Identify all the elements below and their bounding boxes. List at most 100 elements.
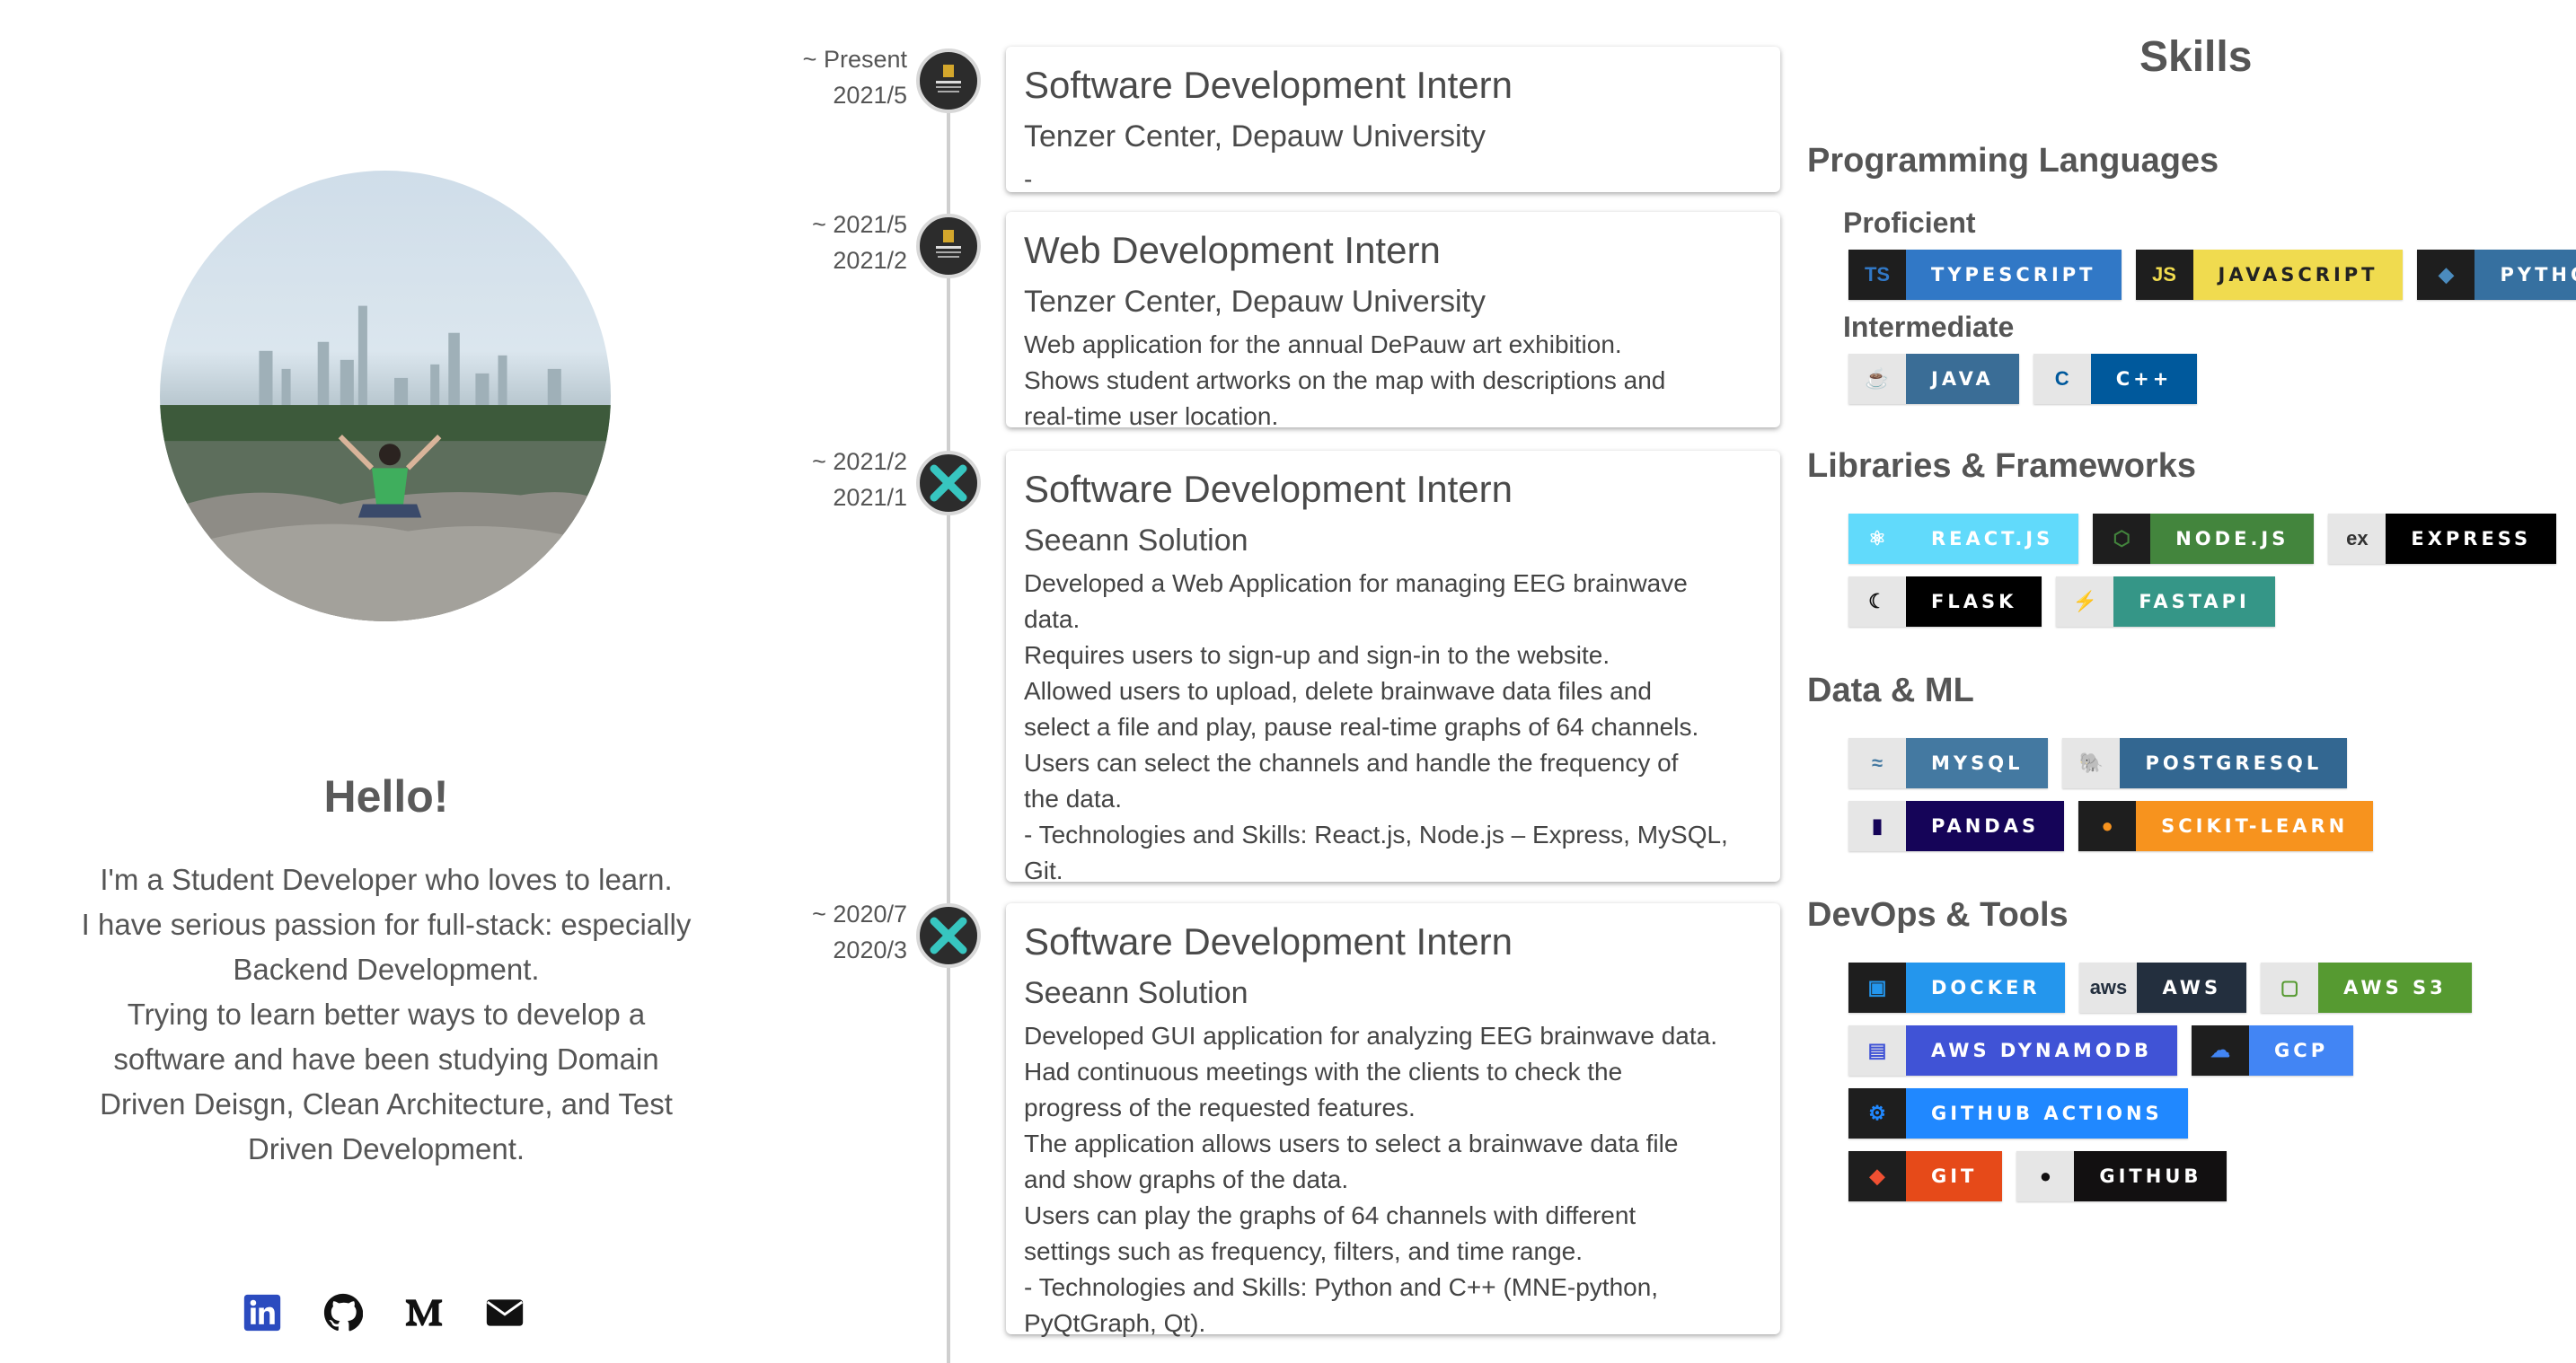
job-title: Software Development Intern <box>1024 468 1513 510</box>
skill-badge-label: TYPESCRIPT <box>1906 250 2122 300</box>
badge-row: TSTYPESCRIPT JSJAVASCRIPT ◆PYTHON <box>1848 250 2576 300</box>
python-icon: ◆ <box>2417 250 2475 300</box>
skill-badge-pandas: ▮ PANDAS <box>1848 801 2065 851</box>
bio-line: Trying to learn better ways to develop a <box>127 998 646 1031</box>
skill-badge-label: DOCKER <box>1906 963 2066 1013</box>
bio-line: Driven Development. <box>247 1132 525 1165</box>
skill-badge-label: EXPRESS <box>2386 514 2557 564</box>
bio-line: I'm a Student Developer who loves to lea… <box>100 863 673 896</box>
badge-row: ☕ JAVA C C++ <box>1848 354 2198 404</box>
flask-icon: ☾ <box>1848 576 1906 627</box>
date-end: ~ 2021/2 <box>812 448 907 475</box>
skill-badge-express: ex EXPRESS <box>2328 514 2557 564</box>
skill-badge-c-: C C++ <box>2033 354 2198 404</box>
skill-badge-postgresql: 🐘 POSTGRESQL <box>2062 738 2348 788</box>
avatar <box>160 171 611 621</box>
skill-badge-python: ◆PYTHON <box>2417 250 2576 300</box>
typescript-icon: TS <box>1848 250 1906 300</box>
category-languages: Programming Languages <box>1807 142 2219 180</box>
pandas-icon: ▮ <box>1848 801 1906 851</box>
aws-s3-icon: ▢ <box>2261 963 2319 1013</box>
subcategory-intermediate: Intermediate <box>1843 311 2015 343</box>
experience-card: Web Development Intern Tenzer Center, De… <box>1006 212 1780 430</box>
job-title: Web Development Intern <box>1024 229 1441 271</box>
github-icon: ● <box>2016 1151 2075 1201</box>
experience-card: Software Development Intern Seeann Solut… <box>1006 451 1780 884</box>
skill-badge-typescript: TS TYPESCRIPT <box>1848 250 2122 300</box>
experience-card: Software Development Intern Seeann Solut… <box>1006 903 1780 1337</box>
subcategory-proficient: Proficient <box>1843 207 1976 239</box>
github-icon[interactable] <box>323 1293 363 1332</box>
date-end: ~ Present <box>802 46 907 73</box>
job-title: Software Development Intern <box>1024 64 1513 106</box>
aws-icon: aws <box>2079 963 2138 1013</box>
skill-badge-label: AWS S3 <box>2318 963 2472 1013</box>
skill-badge-label: GIT <box>1906 1151 2003 1201</box>
skill-badge-label: JAVA <box>1906 354 2019 404</box>
medium-icon[interactable] <box>404 1293 444 1332</box>
desc-line: real-time user location. <box>1024 402 1279 430</box>
skill-badge-aws-s3: ▢ AWS S3 <box>2261 963 2472 1013</box>
desc-line: PyQtGraph, Qt). <box>1024 1309 1206 1337</box>
job-org: Seeann Solution <box>1024 523 1248 558</box>
cplusplus-icon: C <box>2033 354 2091 404</box>
express-icon: ex <box>2328 514 2386 564</box>
skill-badge-label: FASTAPI <box>2113 576 2275 627</box>
job-org: Tenzer Center, Depauw University <box>1024 285 1486 319</box>
linkedin-icon[interactable] <box>243 1293 282 1332</box>
badge-row: ☾ FLASK ⚡ FASTAPI <box>1848 576 2275 627</box>
depauw-logo <box>916 214 981 278</box>
react-icon: ⚛ <box>1848 514 1906 564</box>
badge-row: ≈ MYSQL 🐘 POSTGRESQL <box>1848 738 2348 788</box>
date-end: ~ 2020/7 <box>812 901 907 928</box>
desc-line: Users can select the channels and handle… <box>1024 749 1679 777</box>
desc-line: Developed a Web Application for managing… <box>1024 569 1688 597</box>
email-icon[interactable] <box>485 1293 525 1332</box>
experience-card: Software Development Intern Tenzer Cente… <box>1006 47 1780 193</box>
skill-badge-git: ◆ GIT <box>1848 1151 2003 1201</box>
skill-badge-aws-dynamodb: ▤ AWS DYNAMODB <box>1848 1025 2178 1076</box>
mysql-icon: ≈ <box>1848 738 1906 788</box>
badge-row: ⚛ REACT.JS ⬡ NODE.JS ex EXPRESS <box>1848 514 2557 564</box>
skill-badge-label: PYTHON <box>2475 250 2576 300</box>
job-description: Web application for the annual DePauw ar… <box>1024 327 1762 435</box>
greeting-heading: Hello! <box>323 771 449 822</box>
job-title: Software Development Intern <box>1024 920 1513 963</box>
skill-badge-react-js: ⚛ REACT.JS <box>1848 514 2079 564</box>
desc-line: Requires users to sign-up and sign-in to… <box>1024 641 1610 669</box>
desc-line: progress of the requested features. <box>1024 1094 1416 1121</box>
skill-badge-aws: aws AWS <box>2079 963 2247 1013</box>
seeann-logo <box>916 451 981 515</box>
git-icon: ◆ <box>1848 1151 1906 1201</box>
category-frameworks: Libraries & Frameworks <box>1807 447 2196 485</box>
skill-badge-java: ☕ JAVA <box>1848 354 2019 404</box>
category-devops: DevOps & Tools <box>1807 896 2069 934</box>
date-start: 2021/1 <box>833 484 907 511</box>
skill-badge-label: PANDAS <box>1906 801 2065 851</box>
skill-badge-node-js: ⬡ NODE.JS <box>2093 514 2315 564</box>
desc-line: Git. <box>1024 857 1063 884</box>
date-start: 2021/5 <box>833 82 907 109</box>
skill-badge-label: GITHUB <box>2074 1151 2228 1201</box>
skill-badge-label: POSTGRESQL <box>2120 738 2348 788</box>
skill-badge-label: NODE.JS <box>2150 514 2315 564</box>
skill-badge-label: SCIKIT-LEARN <box>2136 801 2374 851</box>
skill-badge-label: GCP <box>2249 1025 2354 1076</box>
desc-line: select a file and play, pause real-time … <box>1024 713 1699 741</box>
desc-line: - <box>1024 165 1033 193</box>
skill-badge-label: GITHUB ACTIONS <box>1906 1088 2188 1139</box>
desc-line: - Technologies and Skills: React.js, Nod… <box>1024 821 1728 849</box>
dynamodb-icon: ▤ <box>1848 1025 1906 1076</box>
skill-badge-label: MYSQL <box>1906 738 2049 788</box>
badge-row: ◆ GIT ● GITHUB <box>1848 1151 2228 1201</box>
gcp-icon: ☁ <box>2192 1025 2250 1076</box>
job-description: - <box>1024 162 1762 198</box>
desc-line: settings such as frequency, filters, and… <box>1024 1237 1584 1265</box>
bio-line: I have serious passion for full-stack: e… <box>81 908 692 941</box>
date-start: 2021/2 <box>833 247 907 274</box>
fastapi-icon: ⚡ <box>2056 576 2114 627</box>
skills-heading: Skills <box>2139 33 2253 81</box>
skill-badge-docker: ▣ DOCKER <box>1848 963 2066 1013</box>
badge-row: ▤ AWS DYNAMODB ☁ GCP <box>1848 1025 2354 1076</box>
bio-text: I'm a Student Developer who loves to lea… <box>63 857 710 1172</box>
